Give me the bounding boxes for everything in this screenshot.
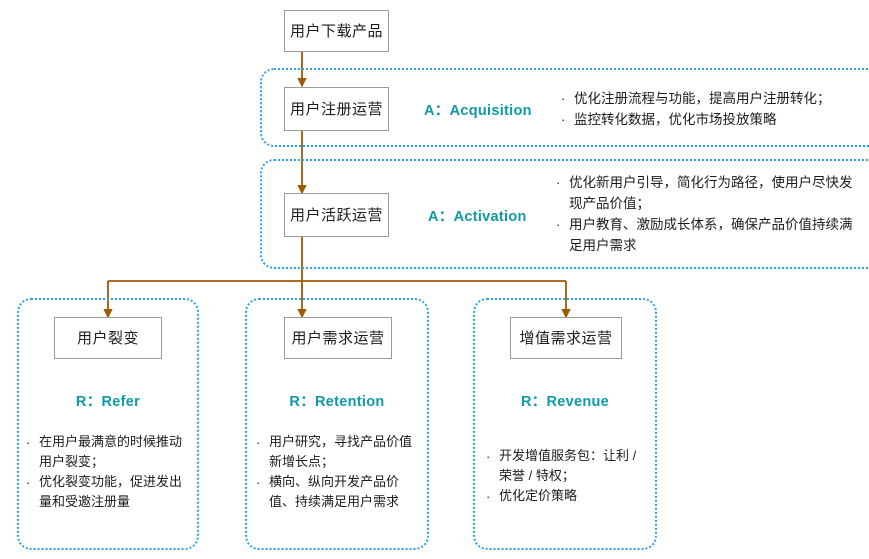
list-item: · 在用户最满意的时候推动用户裂变；	[26, 432, 190, 472]
list-item: · 开发增值服务包：让利 / 荣誉 / 特权；	[486, 446, 652, 486]
bullet-text: 优化定价策略	[499, 488, 578, 503]
node-register[interactable]: 用户注册运营	[284, 87, 389, 131]
bullet-icon: ·	[486, 489, 491, 504]
bullet-icon: ·	[26, 435, 31, 450]
bullet-text: 在用户最满意的时候推动用户裂变；	[39, 434, 183, 469]
bullet-text: 用户教育、激励成长体系，确保产品价值持续满足用户需求	[569, 217, 853, 253]
node-value-added[interactable]: 增值需求运营	[510, 317, 622, 359]
bullet-text: 监控转化数据，优化市场投放策略	[574, 112, 777, 127]
stage-label-retention: R：Retention	[289, 394, 385, 410]
node-demand[interactable]: 用户需求运营	[284, 317, 392, 359]
diagram-canvas: 用户下载产品 用户注册运营 用户活跃运营 用户裂变 用户需求运营 增值需求运营 …	[0, 0, 869, 559]
list-item: · 优化定价策略	[486, 486, 652, 507]
bullet-icon: ·	[556, 217, 561, 232]
bullets-refer: · 在用户最满意的时候推动用户裂变； · 优化裂变功能，促进发出量和受邀注册量	[26, 432, 190, 512]
bullet-text: 横向、纵向开发产品价值、持续满足用户需求	[269, 474, 400, 509]
node-active-label: 用户活跃运营	[289, 206, 383, 224]
stage-label-activation: A：Activation	[428, 209, 527, 225]
bullet-text: 开发增值服务包：让利 / 荣誉 / 特权；	[499, 448, 637, 483]
stage-label-refer: R：Refer	[75, 394, 141, 410]
bullet-icon: ·	[561, 112, 566, 127]
node-download-label: 用户下载产品	[289, 22, 383, 40]
list-item: · 用户教育、激励成长体系，确保产品价值持续满足用户需求	[556, 214, 856, 256]
node-value-added-label: 增值需求运营	[519, 329, 613, 347]
node-fission-label: 用户裂变	[76, 329, 139, 347]
bullet-icon: ·	[256, 435, 261, 450]
list-item: · 优化注册流程与功能，提高用户注册转化；	[561, 88, 861, 109]
node-download[interactable]: 用户下载产品	[284, 10, 389, 52]
list-item: · 监控转化数据，优化市场投放策略	[561, 109, 861, 130]
bullet-text: 优化新用户引导，简化行为路径，使用户尽快发现产品价值；	[569, 175, 853, 211]
list-item: · 横向、纵向开发产品价值、持续满足用户需求	[256, 472, 422, 512]
list-item: · 用户研究，寻找产品价值新增长点；	[256, 432, 422, 472]
bullet-icon: ·	[561, 91, 566, 106]
stage-label-acquisition: A：Acquisition	[424, 103, 532, 119]
stage-label-revenue: R：Revenue	[520, 394, 610, 410]
bullet-icon: ·	[556, 175, 561, 190]
node-register-label: 用户注册运营	[289, 100, 383, 118]
bullets-revenue: · 开发增值服务包：让利 / 荣誉 / 特权； · 优化定价策略	[486, 446, 652, 507]
node-active[interactable]: 用户活跃运营	[284, 193, 389, 237]
node-demand-label: 用户需求运营	[291, 329, 385, 347]
bullet-text: 用户研究，寻找产品价值新增长点；	[269, 434, 413, 469]
list-item: · 优化裂变功能，促进发出量和受邀注册量	[26, 472, 190, 512]
bullets-acquisition: · 优化注册流程与功能，提高用户注册转化； · 监控转化数据，优化市场投放策略	[561, 88, 861, 130]
bullet-text: 优化裂变功能，促进发出量和受邀注册量	[39, 474, 183, 509]
bullet-text: 优化注册流程与功能，提高用户注册转化；	[574, 91, 831, 106]
bullets-retention: · 用户研究，寻找产品价值新增长点； · 横向、纵向开发产品价值、持续满足用户需…	[256, 432, 422, 512]
bullet-icon: ·	[486, 449, 491, 464]
list-item: · 优化新用户引导，简化行为路径，使用户尽快发现产品价值；	[556, 172, 856, 214]
node-fission[interactable]: 用户裂变	[54, 317, 162, 359]
bullets-activation: · 优化新用户引导，简化行为路径，使用户尽快发现产品价值； · 用户教育、激励成…	[556, 172, 856, 256]
bullet-icon: ·	[26, 475, 31, 490]
bullet-icon: ·	[256, 475, 261, 490]
